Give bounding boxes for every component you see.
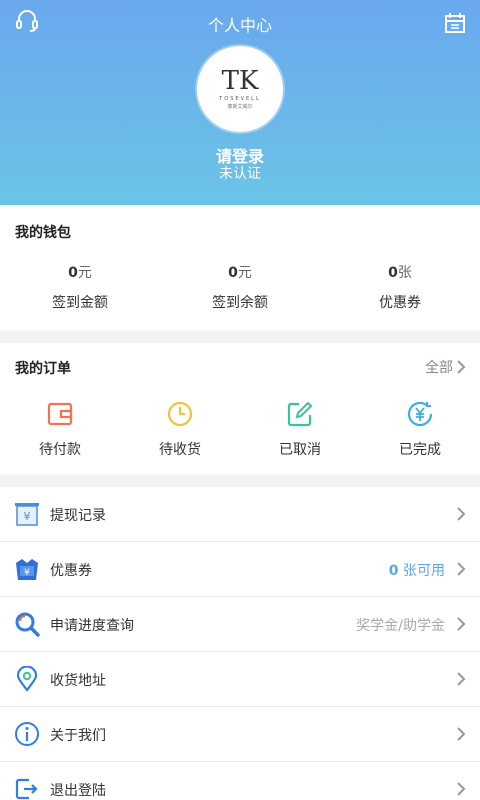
wallet-value: 0 bbox=[388, 265, 398, 281]
wallet-coupons[interactable]: 0张 优惠券 bbox=[320, 262, 480, 312]
menu-label: 收货地址 bbox=[50, 673, 106, 689]
chevron-right-icon bbox=[457, 562, 466, 576]
wallet-signin-amount[interactable]: 0元 签到金额 bbox=[0, 262, 160, 312]
coupon-available-count: 0 bbox=[388, 563, 399, 579]
menu-item-about-us[interactable]: 关于我们 bbox=[0, 707, 480, 762]
avatar-brand: TOSEVELL bbox=[219, 96, 261, 102]
page-title: 个人中心 bbox=[207, 16, 272, 35]
yen-refresh-icon bbox=[407, 401, 433, 427]
menu-extra: 奖学金/助学金 bbox=[356, 618, 445, 634]
withdraw-record-icon: ¥ bbox=[15, 503, 39, 526]
info-icon bbox=[15, 722, 39, 746]
menu-label: 退出登陆 bbox=[50, 783, 106, 799]
orders-section: 我的订单 全部 待付款 待收货 已取消 已完成 bbox=[0, 343, 480, 475]
chevron-right-icon bbox=[457, 360, 466, 374]
clock-icon bbox=[167, 401, 193, 427]
edit-icon bbox=[287, 401, 313, 427]
svg-text:¥: ¥ bbox=[24, 510, 31, 523]
chevron-right-icon bbox=[457, 507, 466, 521]
chevron-right-icon bbox=[457, 617, 466, 631]
auth-status: 未认证 bbox=[219, 166, 261, 182]
wallet-signin-balance[interactable]: 0元 签到余额 bbox=[160, 262, 320, 312]
wallet-unit: 张 bbox=[397, 265, 412, 281]
order-pending-receipt[interactable]: 待收货 bbox=[120, 399, 240, 459]
logout-icon bbox=[15, 778, 38, 800]
wallet-value: 0 bbox=[68, 265, 78, 281]
wallet-label: 优惠券 bbox=[379, 295, 421, 311]
avatar-logo: TK bbox=[221, 66, 259, 96]
order-label: 已取消 bbox=[279, 442, 321, 458]
profile-header: 个人中心 TK TOSEVELL 泰斯艾威尔 请登录 未认证 bbox=[0, 0, 480, 205]
chevron-right-icon bbox=[457, 672, 466, 686]
location-icon bbox=[16, 666, 38, 692]
menu-list: ¥ 提现记录 ¥ 优惠券 0 张可用 申请进度查询 奖学金/助学金 收货地址 关… bbox=[0, 487, 480, 800]
menu-item-application-progress[interactable]: 申请进度查询 奖学金/助学金 bbox=[0, 597, 480, 652]
menu-item-coupons[interactable]: ¥ 优惠券 0 张可用 bbox=[0, 542, 480, 597]
wallet-label: 签到余额 bbox=[212, 295, 268, 311]
avatar[interactable]: TK TOSEVELL 泰斯艾威尔 bbox=[197, 46, 283, 132]
order-label: 待收货 bbox=[159, 442, 201, 458]
wallet-section: 我的钱包 0元 签到金额 0元 签到余额 0张 优惠券 bbox=[0, 205, 480, 331]
all-orders-link[interactable]: 全部 bbox=[425, 357, 466, 377]
wallet-icon bbox=[47, 402, 73, 426]
coupon-icon: ¥ bbox=[16, 559, 38, 580]
wallet-unit: 元 bbox=[77, 265, 92, 281]
chevron-right-icon bbox=[457, 727, 466, 741]
all-orders-label: 全部 bbox=[425, 360, 453, 376]
order-label: 已完成 bbox=[399, 442, 441, 458]
avatar-brand-sub: 泰斯艾威尔 bbox=[227, 104, 253, 110]
coupon-available-unit: 张可用 bbox=[398, 563, 445, 579]
menu-label: 申请进度查询 bbox=[50, 618, 134, 634]
calendar-icon[interactable] bbox=[444, 12, 466, 34]
wallet-title: 我的钱包 bbox=[15, 225, 71, 241]
order-completed[interactable]: 已完成 bbox=[360, 399, 480, 459]
order-cancelled[interactable]: 已取消 bbox=[240, 399, 360, 459]
menu-label: 提现记录 bbox=[50, 508, 106, 524]
orders-title: 我的订单 bbox=[15, 361, 71, 377]
menu-label: 关于我们 bbox=[50, 728, 106, 744]
wallet-value: 0 bbox=[228, 265, 238, 281]
menu-item-withdraw-record[interactable]: ¥ 提现记录 bbox=[0, 487, 480, 542]
menu-item-logout[interactable]: 退出登陆 bbox=[0, 762, 480, 800]
search-progress-icon bbox=[15, 612, 40, 637]
menu-item-shipping-address[interactable]: 收货地址 bbox=[0, 652, 480, 707]
menu-label: 优惠券 bbox=[50, 563, 92, 579]
chevron-right-icon bbox=[457, 782, 466, 796]
page: 个人中心 TK TOSEVELL 泰斯艾威尔 请登录 未认证 我的钱包 0元 签… bbox=[0, 0, 480, 800]
wallet-label: 签到金额 bbox=[52, 295, 108, 311]
coupon-available: 0 张可用 bbox=[389, 560, 445, 580]
wallet-unit: 元 bbox=[237, 265, 252, 281]
order-pending-payment[interactable]: 待付款 bbox=[0, 399, 120, 459]
order-label: 待付款 bbox=[39, 442, 81, 458]
svg-text:¥: ¥ bbox=[24, 568, 30, 578]
